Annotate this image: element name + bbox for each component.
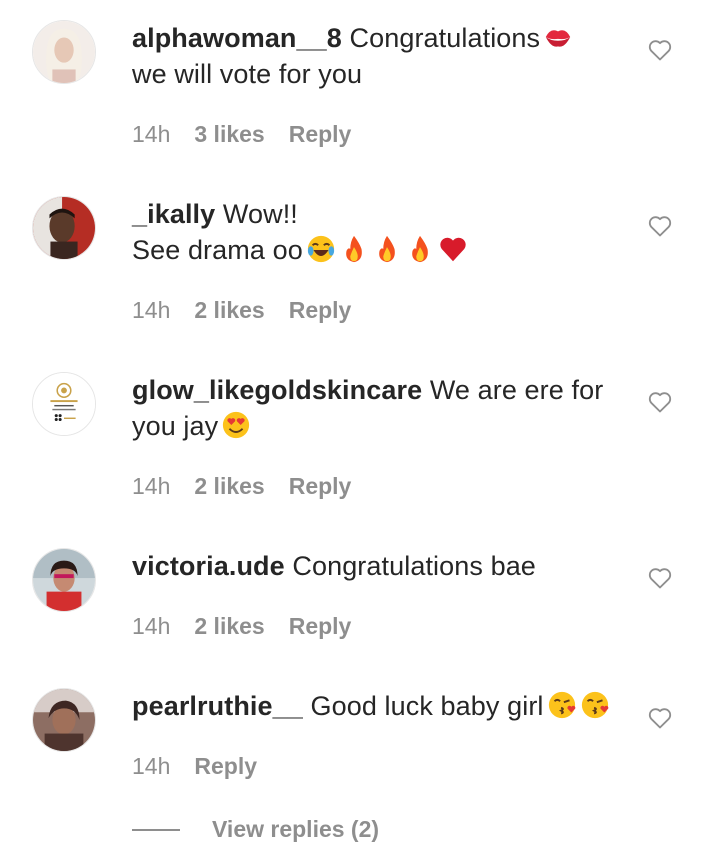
fire-emoji	[405, 234, 435, 264]
comment-text: We are ere for	[429, 375, 604, 405]
heart-eyes-emoji	[221, 410, 251, 440]
comment-text: Congratulations	[349, 23, 541, 53]
comment-timestamp: 14h	[132, 613, 171, 639]
reply-button[interactable]: Reply	[194, 753, 257, 780]
heart-outline-icon[interactable]	[648, 391, 672, 413]
heart-outline-icon[interactable]	[648, 567, 672, 589]
avatar[interactable]	[32, 372, 96, 436]
avatar[interactable]	[32, 688, 96, 752]
kissing-face-emoji	[547, 690, 577, 720]
view-replies-button[interactable]: View replies (2)	[132, 816, 379, 843]
comment-timestamp: 14h	[132, 473, 171, 499]
comment-text: Wow!!	[222, 199, 298, 229]
comment-likes[interactable]: 2 likes	[194, 297, 264, 324]
comment-text-line2: you jay	[132, 411, 219, 441]
comment-text-line2: See drama oo	[132, 235, 303, 265]
laughing-emoji	[306, 234, 336, 264]
comment-timestamp: 14h	[132, 121, 171, 147]
avatar[interactable]	[32, 196, 96, 260]
comment-likes[interactable]: 2 likes	[194, 613, 264, 640]
comment-username[interactable]: victoria.ude	[132, 551, 285, 581]
heart-outline-icon[interactable]	[648, 39, 672, 61]
fire-emoji	[372, 234, 402, 264]
fire-emoji	[339, 234, 369, 264]
comment-text: Congratulations bae	[292, 551, 536, 581]
heart-outline-icon[interactable]	[648, 707, 672, 729]
divider	[132, 828, 180, 831]
avatar[interactable]	[32, 548, 96, 612]
comment-likes[interactable]: 2 likes	[194, 473, 264, 500]
red-heart-emoji	[438, 234, 468, 264]
reply-button[interactable]: Reply	[289, 613, 352, 640]
comment-username[interactable]: pearlruthie__	[132, 691, 303, 721]
comment-username[interactable]: glow_likegoldskincare	[132, 375, 422, 405]
comment-likes[interactable]: 3 likes	[194, 121, 264, 148]
reply-button[interactable]: Reply	[289, 297, 352, 324]
kiss-mark-emoji	[543, 22, 573, 52]
comment-text: Good luck baby girl	[310, 691, 544, 721]
comment-timestamp: 14h	[132, 297, 171, 323]
comment-username[interactable]: _ikally	[132, 199, 215, 229]
comment-username[interactable]: alphawoman__8	[132, 23, 342, 53]
heart-outline-icon[interactable]	[648, 215, 672, 237]
reply-button[interactable]: Reply	[289, 121, 352, 148]
comment-text-line2: we will vote for you	[132, 59, 363, 89]
view-replies-label[interactable]: View replies (2)	[212, 816, 379, 843]
kissing-face-emoji	[580, 690, 610, 720]
comment-timestamp: 14h	[132, 753, 171, 779]
reply-button[interactable]: Reply	[289, 473, 352, 500]
avatar[interactable]	[32, 20, 96, 84]
